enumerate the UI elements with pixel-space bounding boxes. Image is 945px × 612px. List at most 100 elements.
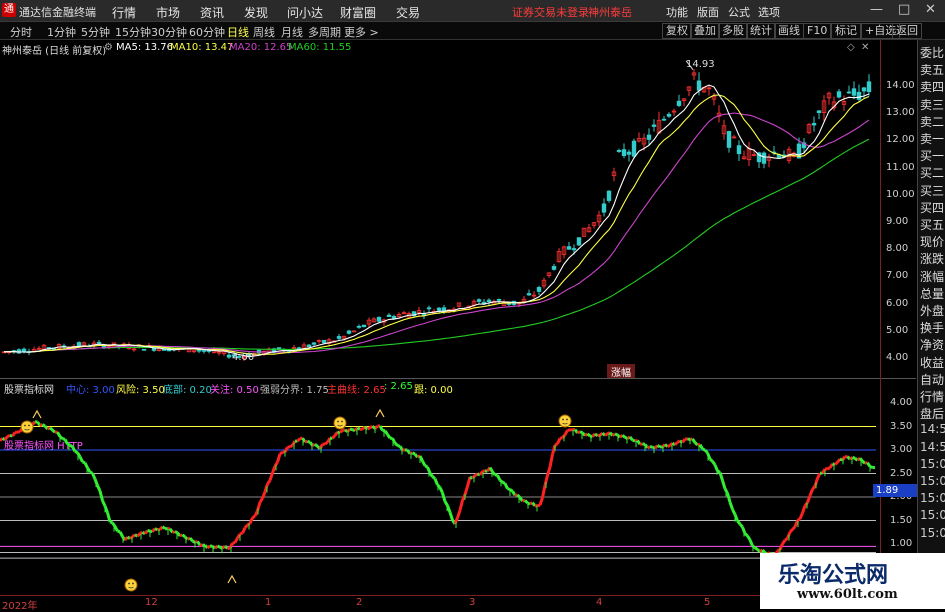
- price-tick-label: 8.00: [886, 243, 908, 254]
- side-panel-item[interactable]: 15:0: [920, 474, 945, 488]
- tool-diejia[interactable]: 叠加: [690, 23, 720, 39]
- side-panel-item[interactable]: 买五: [920, 216, 944, 233]
- tool-biaoji[interactable]: 标记: [831, 23, 861, 39]
- period-30min[interactable]: 30分钟: [151, 24, 187, 40]
- tool-huaxian[interactable]: 画线: [774, 23, 804, 39]
- bottom-face-icon-eye: [128, 583, 130, 585]
- candle-down: [667, 114, 671, 116]
- menu-caifuquan[interactable]: 财富圈: [340, 4, 376, 21]
- main-curve-segment: [398, 446, 401, 447]
- side-panel-item[interactable]: 卖二: [920, 113, 944, 130]
- side-panel-item[interactable]: 14:5: [920, 422, 945, 436]
- candle-down: [497, 299, 501, 300]
- menu-hangqing[interactable]: 行情: [112, 4, 136, 21]
- side-panel-item[interactable]: 自动: [920, 371, 944, 388]
- main-curve-segment: [178, 533, 181, 536]
- price-tick-label: 12.00: [886, 134, 915, 145]
- current-stock[interactable]: 神州泰岳: [588, 4, 632, 20]
- main-curve-segment: [305, 441, 308, 442]
- side-panel-item[interactable]: 外盘: [920, 302, 944, 319]
- tool-f10[interactable]: F10: [803, 23, 831, 39]
- indicator-current-value: 1.89: [873, 484, 918, 497]
- candle-down: [862, 88, 866, 91]
- side-panel-item[interactable]: 委比: [920, 44, 944, 61]
- period-monthly[interactable]: 月线: [281, 24, 303, 40]
- menu-faxian[interactable]: 发现: [244, 4, 268, 21]
- side-panel-item[interactable]: 15:0: [920, 508, 945, 522]
- period-5min[interactable]: 5分钟: [81, 24, 110, 40]
- main-curve-segment: [70, 445, 73, 447]
- main-curve-segment: [810, 489, 813, 495]
- side-panel-item[interactable]: 盘后: [920, 405, 944, 422]
- period-daily[interactable]: 日线: [227, 24, 249, 40]
- tool-tongji[interactable]: 统计: [746, 23, 776, 39]
- side-panel-item[interactable]: 行情: [920, 388, 944, 405]
- side-panel-item[interactable]: 15:0: [920, 491, 945, 505]
- period-multi[interactable]: 多周期: [308, 24, 341, 40]
- side-panel-item[interactable]: 14:5: [920, 440, 945, 454]
- period-weekly[interactable]: 周线: [253, 24, 275, 40]
- close-button[interactable]: ✕: [925, 2, 936, 17]
- watermark-title: 乐淘公式网: [778, 557, 888, 589]
- main-curve-segment: [460, 500, 463, 510]
- menu-wenxiaoda[interactable]: 问小达: [287, 4, 323, 21]
- menu-xuanxiang[interactable]: 选项: [758, 4, 780, 20]
- side-panel-item[interactable]: 15:0: [920, 457, 945, 471]
- main-curve-segment: [658, 445, 661, 446]
- menu-gongshi[interactable]: 公式: [728, 4, 750, 20]
- side-panel-item[interactable]: 收益: [920, 354, 944, 371]
- date-label: 2: [356, 597, 362, 608]
- candle-down: [487, 300, 491, 302]
- tool-fuquan[interactable]: 复权: [662, 23, 692, 39]
- side-panel-item[interactable]: 卖四: [920, 78, 944, 95]
- quote-side-panel: 委比卖五卖四卖三卖二卖一买一买二买三买四买五现价涨跌涨幅总量外盘换手净资收益自动…: [917, 40, 945, 605]
- menu-zixun[interactable]: 资讯: [200, 4, 224, 21]
- period-60min[interactable]: 60分钟: [189, 24, 225, 40]
- side-panel-item[interactable]: 买三: [920, 182, 944, 199]
- menu-gongneng[interactable]: 功能: [666, 4, 688, 20]
- price-tick-label: 6.00: [886, 298, 908, 309]
- side-panel-item[interactable]: 卖三: [920, 96, 944, 113]
- main-curve-segment: [830, 464, 833, 468]
- side-panel-item[interactable]: 总量: [920, 285, 944, 302]
- candle-down: [762, 153, 766, 163]
- main-curve-segment: [183, 535, 186, 537]
- tool-fanhui[interactable]: 返回: [892, 23, 922, 39]
- main-curve-segment: [100, 491, 103, 501]
- period-15min[interactable]: 15分钟: [115, 24, 151, 40]
- main-curve-segment: [695, 443, 698, 445]
- side-panel-item[interactable]: 卖五: [920, 61, 944, 78]
- main-curve-segment: [503, 482, 506, 483]
- side-panel-item[interactable]: 买二: [920, 164, 944, 181]
- login-status[interactable]: 证券交易未登录: [512, 4, 589, 20]
- side-panel-item[interactable]: 卖一: [920, 130, 944, 147]
- side-panel-item[interactable]: 买四: [920, 199, 944, 216]
- main-curve-segment: [88, 468, 91, 472]
- side-panel-item[interactable]: 现价: [920, 233, 944, 250]
- main-curve-segment: [333, 435, 336, 438]
- side-panel-item[interactable]: 15:0: [920, 526, 945, 540]
- side-panel-item[interactable]: 涨跌: [920, 250, 944, 267]
- side-panel-item[interactable]: 换手: [920, 319, 944, 336]
- indicator-chart[interactable]: [0, 379, 880, 595]
- tool-duogu[interactable]: 多股: [718, 23, 748, 39]
- menu-jiaoyi[interactable]: 交易: [396, 4, 420, 21]
- main-curve-segment: [733, 509, 736, 514]
- candlestick-chart[interactable]: [0, 40, 880, 378]
- main-curve-segment: [605, 434, 608, 436]
- period-fenshi[interactable]: 分时: [10, 24, 32, 40]
- period-1min[interactable]: 1分钟: [47, 24, 76, 40]
- side-panel-item[interactable]: 净资: [920, 336, 944, 353]
- main-curve-segment: [430, 473, 433, 476]
- maximize-button[interactable]: □: [898, 2, 910, 17]
- side-panel-item[interactable]: 涨幅: [920, 268, 944, 285]
- menu-shichang[interactable]: 市场: [156, 4, 180, 21]
- main-curve-segment: [445, 502, 448, 506]
- menu-banmian[interactable]: 版面: [697, 4, 719, 20]
- minimize-button[interactable]: —: [870, 2, 883, 17]
- zhangfu-badge[interactable]: 涨幅: [607, 364, 635, 379]
- side-panel-item[interactable]: 买一: [920, 147, 944, 164]
- period-more[interactable]: 更多 >: [344, 24, 379, 40]
- main-curve-segment: [138, 534, 141, 537]
- main-curve-segment: [730, 502, 733, 509]
